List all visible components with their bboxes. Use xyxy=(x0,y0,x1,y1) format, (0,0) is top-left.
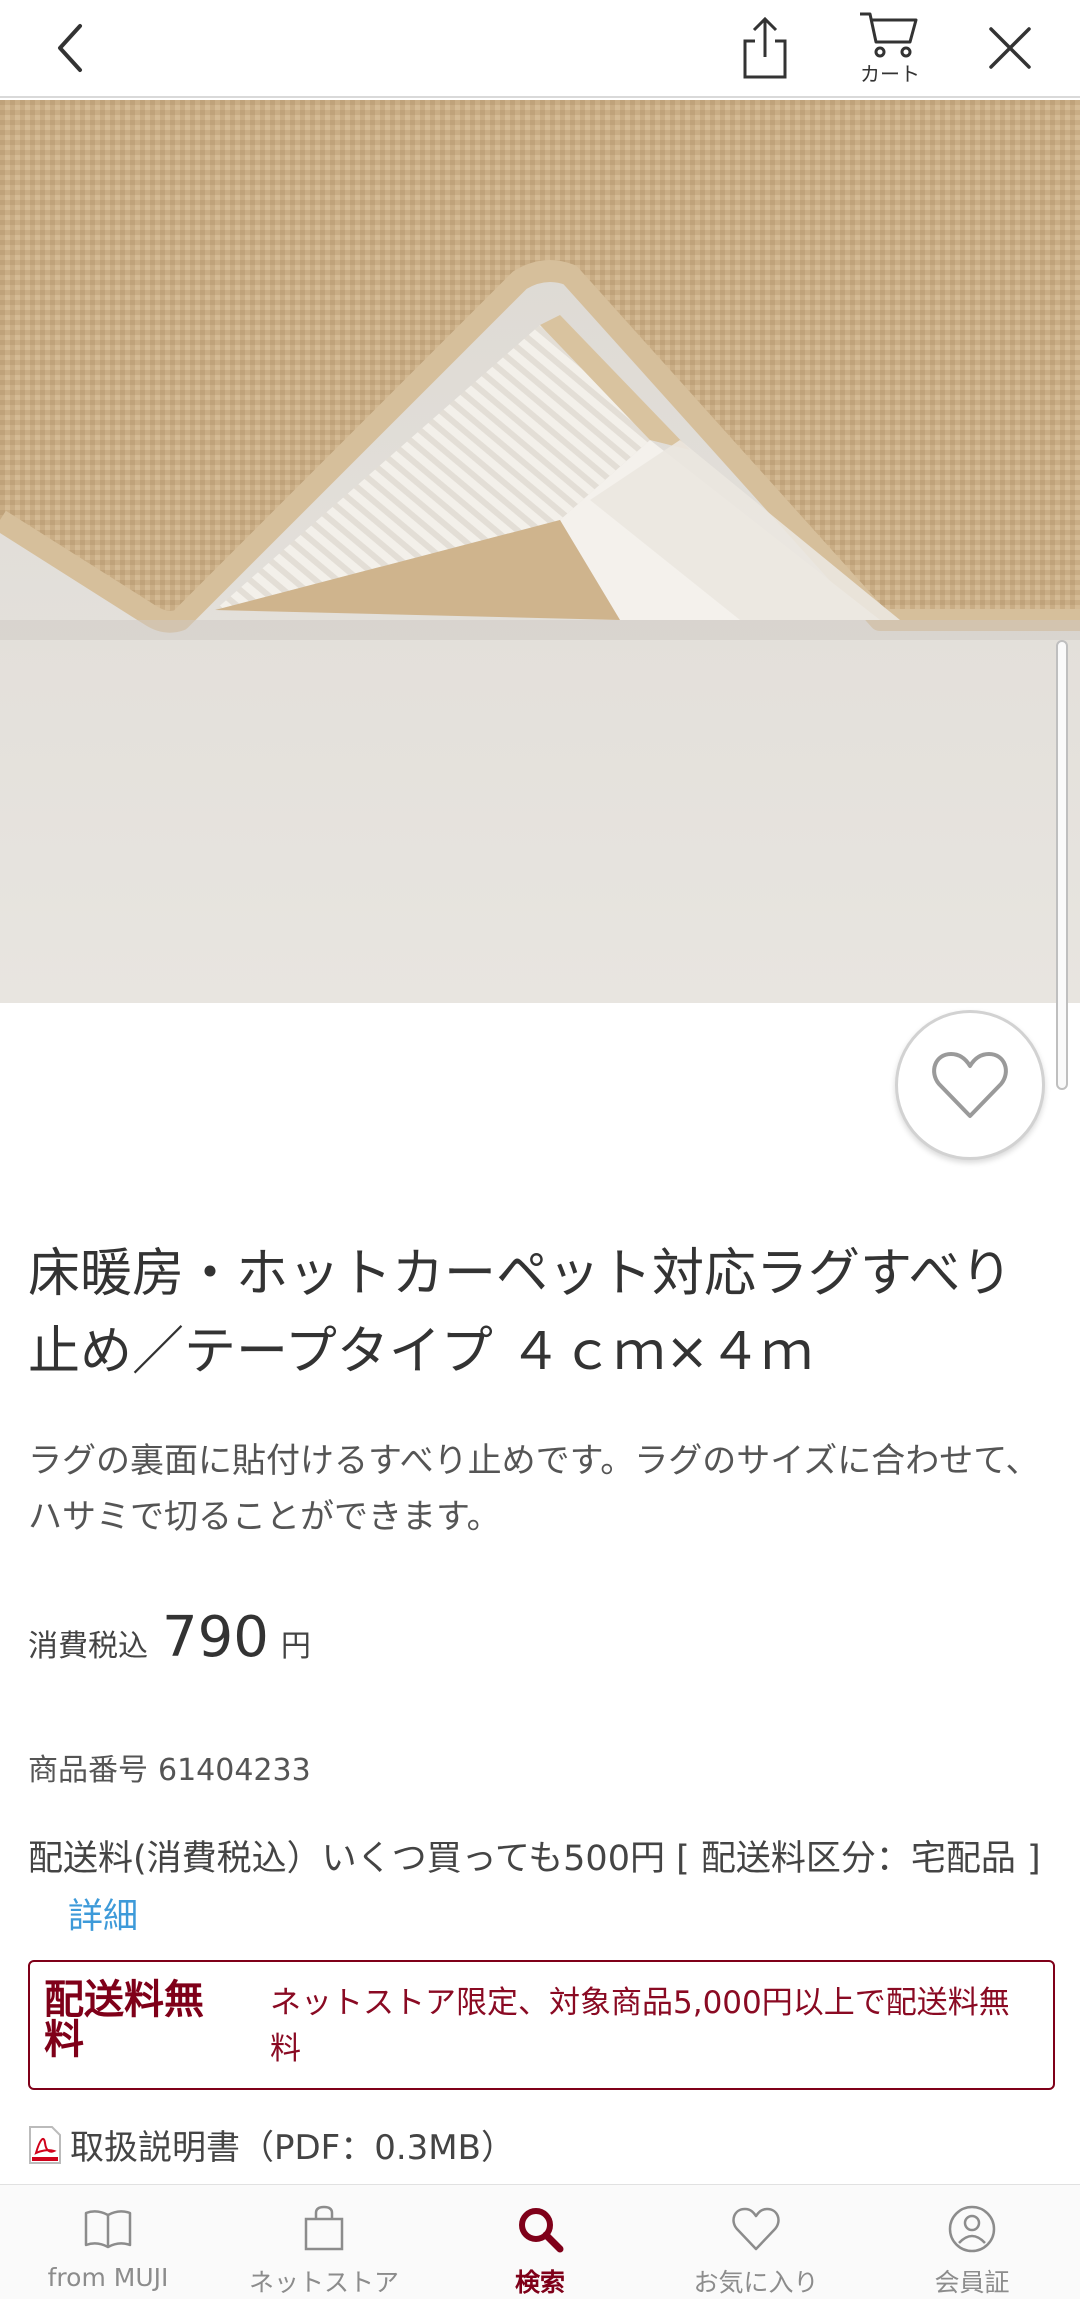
nav-label: お気に入り xyxy=(693,2268,819,2297)
manual-label: 取扱説明書（PDF：0.3MB） xyxy=(70,2128,515,2168)
nav-label: 検索 xyxy=(514,2268,565,2297)
share-button[interactable] xyxy=(725,0,805,96)
free-shipping-text: ネットストア限定、対象商品5,000円以上で配送料無料 xyxy=(270,1985,1010,2067)
cart-icon xyxy=(860,12,918,57)
nav-label: ネットストア xyxy=(248,2268,399,2297)
manual-pdf-link[interactable]: 取扱説明書（PDF：0.3MB） xyxy=(28,2120,515,2169)
back-button[interactable] xyxy=(30,0,110,96)
product-image[interactable] xyxy=(0,100,1080,1003)
nav-label: 会員証 xyxy=(934,2268,1010,2297)
shipping-info: 配送料(消費税込）いくつ買っても500円 [ 配送料区分：宅配品 ] 詳細 xyxy=(28,1830,1058,1946)
bottom-navigation: from MUJI ネットストア 検索 お気に入り 会員証 xyxy=(0,2184,1080,2299)
shipping-detail-link[interactable]: 詳細 xyxy=(68,1897,138,1937)
cart-label: カート xyxy=(860,61,920,86)
free-shipping-title: 配送料無料 xyxy=(44,1977,204,2063)
share-icon xyxy=(743,16,787,79)
product-number-label: 商品番号 xyxy=(28,1753,148,1788)
favorite-button[interactable] xyxy=(895,1010,1045,1160)
nav-search[interactable]: 検索 xyxy=(432,2185,648,2299)
search-icon xyxy=(519,2208,564,2253)
free-shipping-banner: 配送料無料 ネットストア限定、対象商品5,000円以上で配送料無料 xyxy=(28,1960,1055,2090)
scrollbar-thumb[interactable] xyxy=(1056,640,1068,1090)
pdf-icon xyxy=(29,2125,61,2164)
member-card-icon xyxy=(948,2205,996,2253)
product-description: ラグの裏面に貼付けるすべり止めです。ラグのサイズに合わせて、ハサミで切ることがで… xyxy=(28,1441,1040,1537)
price-row: 消費税込 790 円 xyxy=(28,1605,311,1670)
heart-icon xyxy=(932,1052,1008,1118)
price-unit: 円 xyxy=(280,1629,311,1664)
nav-favorites[interactable]: お気に入り xyxy=(648,2185,864,2299)
shopping-bag-icon xyxy=(304,2205,344,2251)
nav-from-muji[interactable]: from MUJI xyxy=(0,2185,216,2299)
price-value: 790 xyxy=(162,1605,269,1670)
product-number: 商品番号 61404233 xyxy=(28,1745,311,1789)
nav-net-store[interactable]: ネットストア xyxy=(216,2185,432,2299)
product-number-value: 61404233 xyxy=(158,1753,311,1788)
close-icon xyxy=(989,27,1031,69)
shipping-text: 配送料(消費税込）いくつ買っても500円 [ 配送料区分：宅配品 ] xyxy=(28,1839,1041,1879)
price-label: 消費税込 xyxy=(28,1629,148,1664)
nav-label: from MUJI xyxy=(47,2263,169,2292)
close-button[interactable] xyxy=(970,0,1050,96)
chevron-left-icon xyxy=(58,24,82,72)
top-bar: カート xyxy=(0,0,1080,98)
cart-button[interactable]: カート xyxy=(840,0,940,96)
product-title: 床暖房・ホットカーペット対応ラグすべり止め／テープタイプ ４ｃｍ×４ｍ xyxy=(28,1244,1013,1382)
heart-icon xyxy=(732,2207,780,2251)
nav-member-card[interactable]: 会員証 xyxy=(864,2185,1080,2299)
book-icon xyxy=(84,2210,132,2249)
